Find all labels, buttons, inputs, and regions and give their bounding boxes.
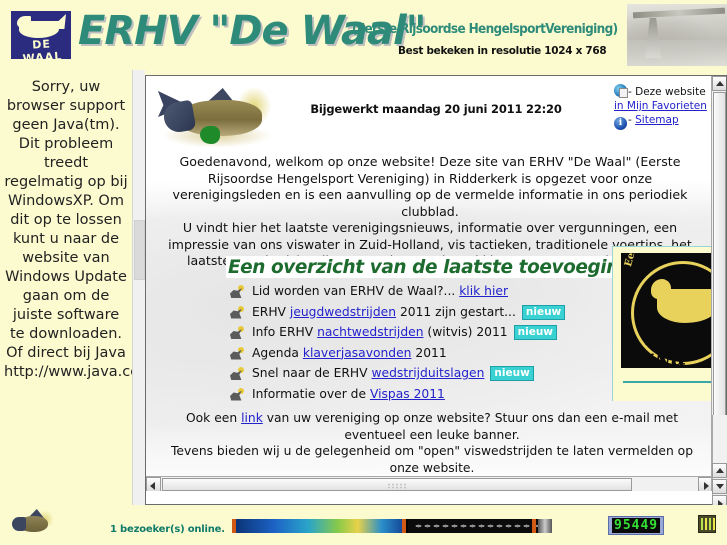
statistics-chart-icon[interactable]	[698, 515, 716, 533]
list-item: ERHV jeugdwedstrijden 2011 zijn gestart.…	[230, 304, 650, 320]
news-link-4[interactable]: klaverjasavonden	[303, 346, 412, 360]
footer-par2: Tevens bieden wij u de gelegenheid om "o…	[170, 444, 693, 475]
sitemap-link[interactable]: Sitemap	[635, 114, 679, 126]
angler-icon	[230, 346, 245, 360]
news-link-6[interactable]: Vispas 2011	[370, 387, 445, 401]
link-link[interactable]: link	[241, 411, 263, 425]
news-link-2[interactable]: jeugdwedstrijden	[290, 305, 396, 319]
footer-par1-a: Ook een	[185, 411, 238, 425]
list-item: Agenda klaverjasavonden 2011	[230, 346, 650, 361]
news-link-3[interactable]: nachtwedstrijden	[317, 325, 423, 339]
h-scrollbar-thumb[interactable]	[162, 478, 632, 491]
site-resolution-tagline: Best bekeken in resolutie 1024 x 768	[398, 44, 607, 57]
content-frame-inner: Bijgewerkt maandag 20 juni 2011 22:20 - …	[146, 76, 713, 491]
site-subtitle: (Eerste Rijsoordse HengelsportVereniging…	[352, 22, 618, 37]
news-link-5[interactable]: wedstrijduitslagen	[372, 366, 485, 380]
list-item: Informatie over de Vispas 2011	[230, 387, 650, 402]
page-scroll-up-arrow[interactable]	[712, 463, 727, 478]
angler-icon	[230, 305, 245, 319]
last-updated-text: Bijgewerkt maandag 20 juni 2011 22:20	[310, 102, 562, 116]
angler-icon	[230, 387, 245, 401]
angler-icon	[230, 367, 245, 380]
list-item-text-before: Lid worden van ERHV de Waal?...	[252, 284, 456, 298]
content-frame: Bijgewerkt maandag 20 juni 2011 22:20 - …	[145, 75, 727, 505]
club-emblem-card: De Wa Eerste Rijsoordse	[612, 246, 713, 401]
list-item-text-after: 2011	[415, 345, 447, 360]
info-icon: i	[614, 117, 627, 130]
list-item-text-after: 2011 zijn gestart...	[399, 304, 516, 319]
header-photo	[627, 4, 727, 66]
new-badge: nieuw	[513, 325, 557, 340]
page-scroll-down-arrow[interactable]	[712, 479, 727, 494]
left-panel-scrollbar-thumb[interactable]	[134, 220, 145, 280]
visitors-online-text: 1 bezoeker(s) online.	[110, 524, 225, 535]
java-unsupported-message: Sorry, uw browser support geen Java(tm).…	[4, 79, 132, 380]
list-item: Snel naar de ERHV wedstrijduitslagen nieu…	[230, 366, 650, 381]
list-item-text-before: ERHV	[252, 304, 286, 319]
emblem-divider	[623, 381, 711, 383]
emblem-arc-text: Eerste Rijsoordse	[623, 253, 661, 268]
club-logo-text: DE WAAL	[22, 37, 63, 66]
favorites-prefix: - Deze website	[628, 86, 706, 98]
club-logo-badge[interactable]: DE WAAL	[10, 10, 72, 65]
java-applet-fallback-panel: Sorry, uw browser support geen Java(tm).…	[0, 70, 132, 505]
news-list: Lid worden van ERHV de Waal?... klik hie…	[230, 284, 650, 407]
list-item: Lid worden van ERHV de Waal?... klik hie…	[230, 284, 650, 299]
footer-par1-b: van uw vereniging op onze website? Stuur…	[266, 411, 679, 442]
fish-icon	[17, 13, 67, 39]
list-item-text-before: Agenda	[252, 345, 299, 360]
scroll-up-arrow[interactable]	[712, 76, 726, 91]
new-badge: nieuw	[521, 304, 566, 320]
visitor-counter: 95449	[608, 516, 665, 535]
list-item-text-before: Informatie over de	[252, 386, 367, 401]
angler-icon	[230, 285, 245, 298]
overview-heading: Een overzicht van de laatste toevoeginge…	[226, 256, 659, 278]
new-badge: nieuw	[490, 366, 534, 381]
favorites-box: - Deze website in Mijn Favorieten i- Sit…	[614, 84, 710, 130]
list-item-text-before: Info ERHV	[252, 325, 314, 339]
frame-horizontal-scrollbar[interactable]	[146, 476, 713, 491]
v-scrollbar-thumb[interactable]	[713, 92, 726, 420]
add-to-favorites-link[interactable]: in Mijn Favorieten	[614, 100, 707, 112]
angler-icon	[230, 326, 245, 339]
visitor-counter-value: 95449	[612, 518, 661, 533]
list-item-text-after: (witvis) 2011	[427, 325, 508, 339]
list-item-text-before: Snel naar de ERHV	[252, 366, 368, 380]
scroll-left-arrow[interactable]	[146, 477, 161, 491]
site-header: DE WAAL ERHV "De Waal" (Eerste Rijsoords…	[0, 0, 727, 70]
left-panel-scrollbar[interactable]	[132, 70, 145, 505]
sitemap-separator: -	[628, 114, 632, 126]
carp-photo	[158, 82, 276, 148]
footer-fish-photo	[10, 508, 56, 538]
fishing-rod-banner[interactable]	[232, 519, 552, 533]
list-item: Info ERHV nachtwedstrijden (witvis) 2011…	[230, 325, 650, 340]
internet-explorer-icon	[614, 84, 628, 98]
news-link-1[interactable]: klik hier	[459, 284, 508, 298]
intro-line-1: Goedenavond, welkom op onze website! Dez…	[172, 154, 688, 219]
